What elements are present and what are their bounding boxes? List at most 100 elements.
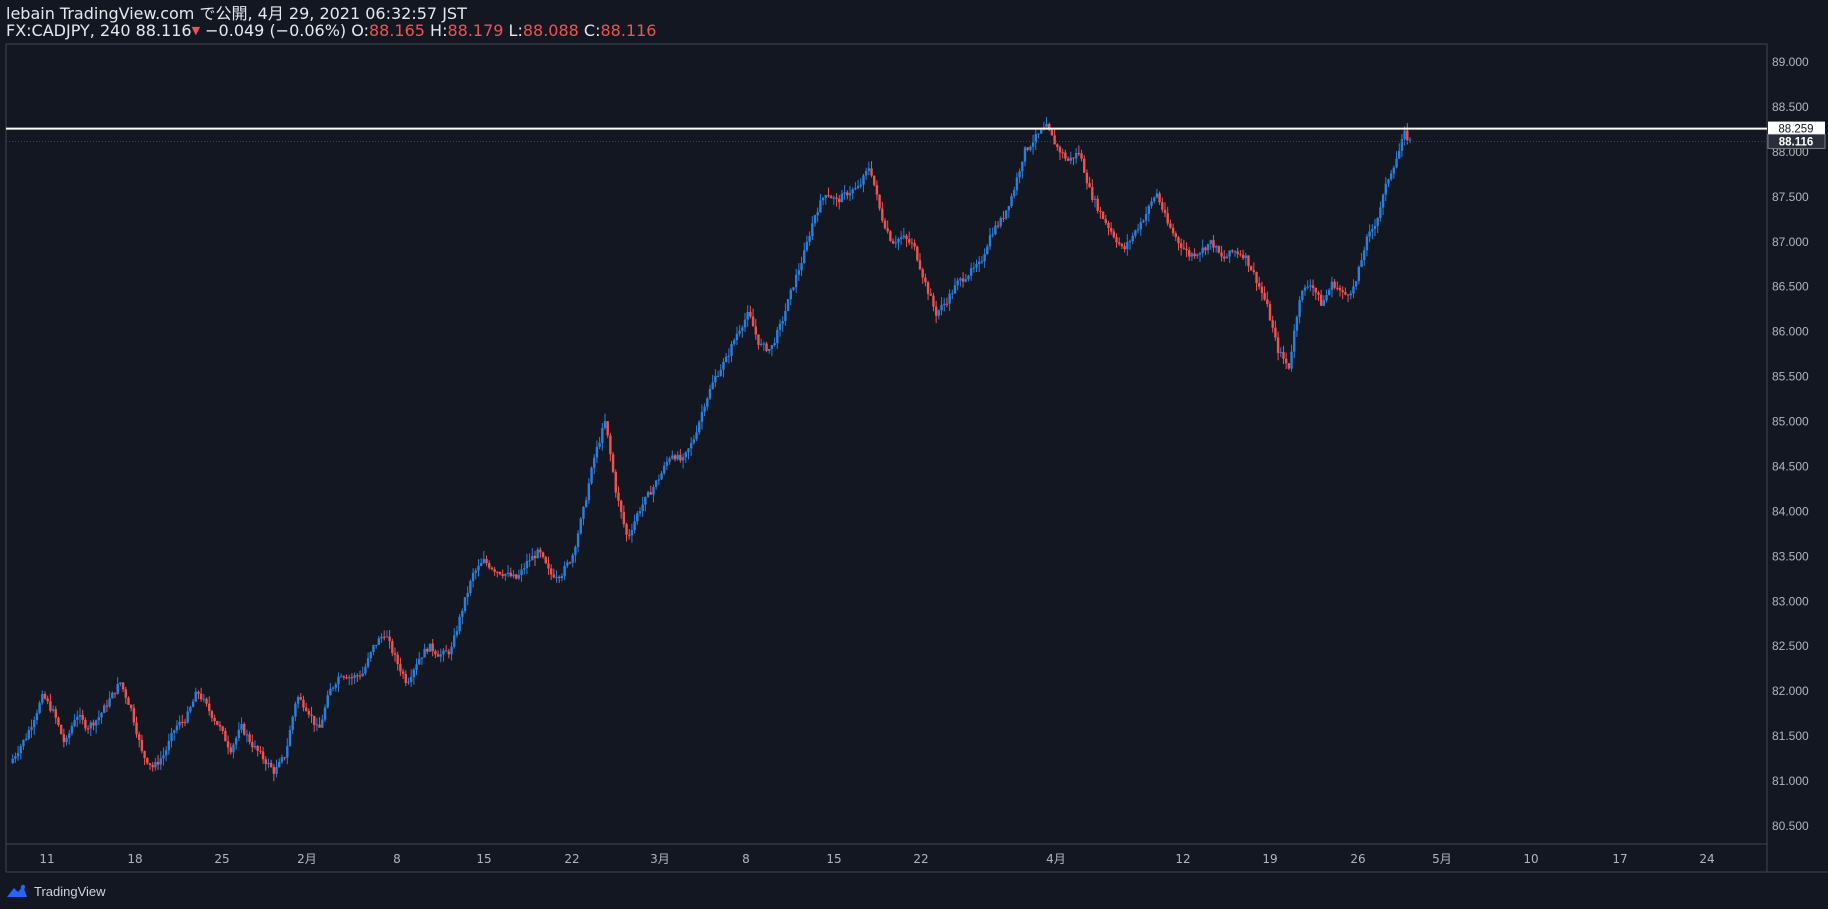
candle-body xyxy=(948,293,951,304)
candle-body xyxy=(399,664,402,672)
x-tick-label: 18 xyxy=(127,852,142,866)
candle-body xyxy=(383,636,386,638)
candle-body xyxy=(619,500,623,512)
price-chart[interactable]: 80.500 81.000 81.500 82.000 82.500 83.000 83.5… xyxy=(0,0,1828,909)
candle-body xyxy=(461,610,464,617)
candle-body xyxy=(296,696,300,704)
candle-body xyxy=(92,722,95,726)
candle-body xyxy=(1096,198,1099,211)
candle-body xyxy=(1166,213,1169,224)
y-tick-label: 83.000 xyxy=(1772,594,1809,608)
candle-body xyxy=(1212,240,1215,248)
candle-body xyxy=(566,562,569,566)
candle-body xyxy=(668,458,671,462)
x-tick-label: 19 xyxy=(1262,852,1277,866)
candle-body xyxy=(754,326,757,335)
candle-body xyxy=(794,274,798,288)
candle-body xyxy=(1134,230,1137,236)
candle-body xyxy=(1101,211,1105,220)
candle-body xyxy=(43,694,47,699)
candle-body xyxy=(1002,217,1005,219)
candle-body xyxy=(579,518,582,534)
candle-body xyxy=(1080,153,1083,159)
candle-body xyxy=(829,196,833,199)
candle-body xyxy=(1214,246,1218,248)
candle-body xyxy=(256,746,259,751)
candle-body xyxy=(558,576,561,578)
candle-body xyxy=(1136,229,1140,231)
candle-body xyxy=(943,303,946,305)
candle-body xyxy=(916,246,919,261)
candle-body xyxy=(886,228,889,232)
candle-body xyxy=(609,435,612,455)
candle-body xyxy=(972,267,976,269)
candle-body xyxy=(630,530,634,536)
candle-body xyxy=(407,681,410,683)
candle-body xyxy=(339,676,343,678)
candle-body xyxy=(983,254,986,262)
candle-body xyxy=(1015,177,1019,191)
candle-body xyxy=(420,657,424,659)
candle-body xyxy=(35,712,39,721)
candle-body xyxy=(105,705,109,707)
tradingview-brand[interactable]: TradingView xyxy=(6,881,106,901)
candle-body xyxy=(555,576,558,578)
x-tick-label: 22 xyxy=(564,852,579,866)
candle-body xyxy=(644,496,647,505)
x-tick-label: 15 xyxy=(476,852,491,866)
tradingview-brand-label: TradingView xyxy=(34,883,106,899)
candle-body xyxy=(1376,217,1379,226)
candle-body xyxy=(167,741,171,751)
candle-body xyxy=(248,734,251,742)
candle-body xyxy=(1309,285,1312,287)
y-tick-label: 88.500 xyxy=(1772,100,1809,114)
candle-body xyxy=(926,282,930,294)
x-tick-label: 17 xyxy=(1612,852,1627,866)
candle-body xyxy=(1276,337,1280,353)
candle-body xyxy=(606,421,609,436)
x-tick-label: 22 xyxy=(913,852,928,866)
candle-body xyxy=(743,319,747,328)
candle-body xyxy=(127,697,130,705)
candle-body xyxy=(94,720,98,726)
candle-body xyxy=(932,295,935,307)
candle-body xyxy=(633,521,636,531)
candle-body xyxy=(1400,139,1404,151)
candle-body xyxy=(517,574,521,579)
candle-body xyxy=(501,574,504,576)
candle-body xyxy=(54,709,57,718)
y-tick-label: 86.500 xyxy=(1772,280,1809,294)
candle-body xyxy=(1371,229,1374,232)
candle-body xyxy=(751,316,755,327)
candle-body xyxy=(453,635,456,647)
candle-body xyxy=(243,724,246,735)
candle-body xyxy=(1360,260,1363,267)
candle-body xyxy=(716,375,720,377)
candle-body xyxy=(1056,144,1059,147)
y-tick-label: 80.500 xyxy=(1772,819,1809,833)
candle-body xyxy=(730,344,733,356)
candle-body xyxy=(1147,205,1151,214)
candle-body xyxy=(213,717,216,722)
candle-body xyxy=(929,293,932,296)
candle-body xyxy=(746,311,749,320)
candle-body xyxy=(1249,266,1253,271)
candle-body xyxy=(676,454,679,460)
candle-body xyxy=(1155,193,1159,198)
candle-body xyxy=(733,340,736,345)
x-tick-label: 24 xyxy=(1699,852,1714,866)
candle-body xyxy=(622,511,626,525)
candle-body xyxy=(412,669,416,677)
candle-body xyxy=(1031,142,1035,147)
candle-body xyxy=(1303,287,1307,291)
candle-body xyxy=(1050,129,1054,136)
candle-body xyxy=(245,734,249,736)
candle-body xyxy=(568,562,572,564)
candle-body xyxy=(1228,250,1231,257)
candle-body xyxy=(961,278,965,282)
candle-body xyxy=(967,275,970,280)
candle-body xyxy=(189,707,192,712)
candle-body xyxy=(1266,299,1269,305)
candle-body xyxy=(159,758,162,765)
candle-body xyxy=(848,193,852,196)
